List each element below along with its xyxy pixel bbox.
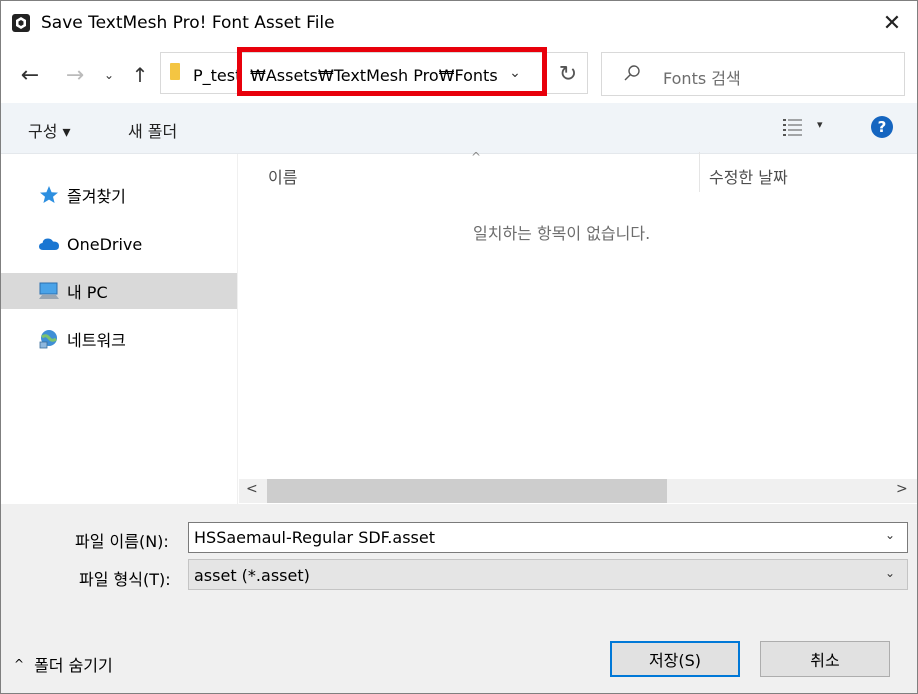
search-icon — [624, 65, 640, 81]
sidebar-item-label: 내 PC — [67, 283, 108, 302]
chevron-down-icon[interactable]: ⌄ — [885, 566, 895, 580]
filename-field[interactable] — [188, 522, 908, 553]
hide-folders-button[interactable]: ^ 폴더 숨기기 — [14, 652, 113, 676]
computer-icon — [39, 282, 59, 299]
sidebar-item-label: 즐겨찾기 — [67, 187, 126, 206]
close-button[interactable]: ✕ — [876, 8, 908, 38]
sidebar-item-label: 네트워크 — [67, 331, 126, 350]
save-button[interactable]: 저장(S) — [610, 641, 740, 677]
network-icon — [39, 330, 57, 349]
star-icon — [40, 186, 58, 203]
sidebar-item-favorites[interactable]: 즐겨찾기 — [0, 177, 237, 213]
column-header-name[interactable]: 이름 — [268, 164, 297, 188]
chevron-up-icon: ^ — [14, 657, 25, 671]
cancel-button[interactable]: 취소 — [760, 641, 890, 677]
new-folder-button[interactable]: 새 폴더 — [128, 118, 177, 142]
refresh-button[interactable]: ↻ — [550, 56, 586, 92]
hide-folders-label: 폴더 숨기기 — [34, 656, 113, 675]
scroll-left-icon[interactable]: < — [246, 481, 258, 497]
column-separator[interactable] — [699, 152, 700, 192]
folder-icon — [170, 63, 180, 80]
search-input[interactable] — [601, 52, 905, 96]
cloud-icon — [39, 238, 59, 250]
window-title: Save TextMesh Pro! Font Asset File — [41, 13, 335, 33]
filetype-value: asset (*.asset) — [194, 566, 310, 585]
view-dropdown-button[interactable]: ▾ — [817, 118, 823, 131]
scrollbar-thumb[interactable] — [267, 479, 667, 503]
chevron-down-icon[interactable]: ⌄ — [885, 528, 895, 542]
highlight-box — [237, 47, 547, 96]
sidebar-item-my-pc[interactable]: 내 PC — [0, 273, 237, 309]
address-prefix: P_test — [193, 66, 242, 85]
view-options-icon[interactable] — [782, 117, 804, 137]
sidebar-item-label: OneDrive — [67, 234, 143, 254]
search-placeholder: Fonts 검색 — [663, 69, 741, 88]
empty-list-message: 일치하는 항목이 없습니다. — [473, 224, 651, 243]
organize-button[interactable]: 구성 ▾ — [28, 118, 71, 142]
back-button[interactable]: ← — [16, 62, 44, 88]
recent-locations-button[interactable]: ⌄ — [99, 62, 119, 88]
scroll-right-icon[interactable]: > — [896, 481, 908, 497]
sidebar-item-network[interactable]: 네트워크 — [0, 321, 237, 357]
filename-label: 파일 이름(N): — [75, 532, 169, 551]
unity-logo-icon — [12, 14, 30, 32]
pane-divider — [237, 154, 238, 504]
filetype-label: 파일 형식(T): — [79, 570, 171, 589]
help-icon[interactable]: ? — [871, 116, 893, 138]
sidebar-item-onedrive[interactable]: OneDrive — [0, 226, 237, 262]
up-button[interactable]: ↑ — [127, 62, 153, 88]
sort-arrow-icon: ^ — [471, 150, 482, 164]
column-header-date-modified[interactable]: 수정한 날짜 — [709, 164, 788, 188]
forward-button[interactable]: → — [60, 62, 90, 88]
